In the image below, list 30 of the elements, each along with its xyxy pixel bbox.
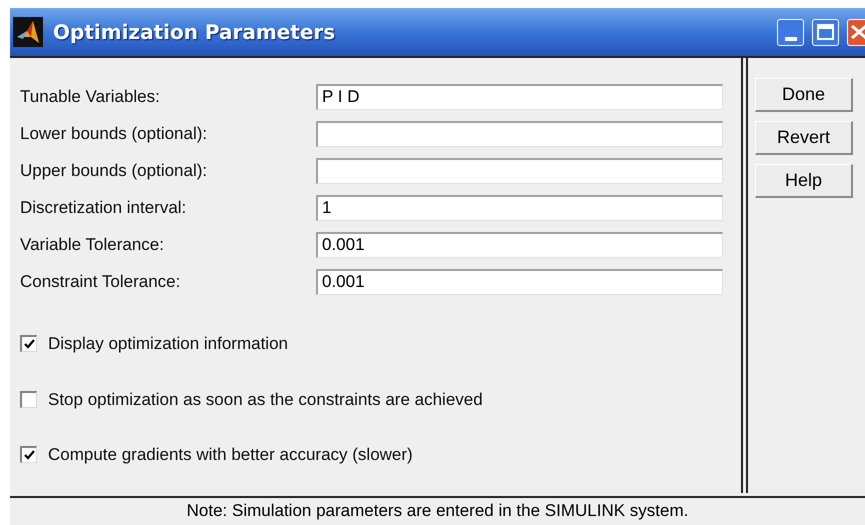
field-label: Variable Tolerance: xyxy=(20,234,165,256)
input-field[interactable]: 0.001 xyxy=(316,268,723,294)
note-text: Note: Simulation parameters are entered in the SIMULINK system. xyxy=(186,501,688,521)
field-label: Tunable Variables: xyxy=(20,86,161,108)
field-label: Lower bounds (optional): xyxy=(20,122,208,145)
input-field[interactable]: 1 xyxy=(316,194,723,220)
close-icon xyxy=(850,24,865,40)
app-logo-icon xyxy=(13,17,43,47)
minimize-icon xyxy=(784,36,796,40)
checkbox[interactable] xyxy=(20,390,37,408)
checkbox-label: Display optimization information xyxy=(48,333,288,355)
close-button[interactable] xyxy=(847,18,865,46)
checkbox-label: Stop optimization as soon as the constraints are achieved xyxy=(48,388,483,410)
input-field[interactable] xyxy=(316,158,723,184)
maximize-button[interactable] xyxy=(812,18,839,46)
minimize-button[interactable] xyxy=(777,18,804,46)
input-field[interactable]: 0.001 xyxy=(316,232,723,258)
dialog-button[interactable]: Revert xyxy=(755,121,853,155)
checkbox-label: Compute gradients with better accuracy (slower) xyxy=(48,444,413,466)
checkbox[interactable] xyxy=(20,446,37,464)
dialog-button[interactable]: Done xyxy=(755,78,853,112)
input-field[interactable] xyxy=(316,120,723,146)
field-label: Discretization interval: xyxy=(20,196,188,219)
field-label: Constraint Tolerance: xyxy=(20,270,182,293)
window-title: Optimization Parameters xyxy=(53,19,336,46)
maximize-icon xyxy=(817,24,834,40)
input-field[interactable]: P I D xyxy=(316,84,723,110)
field-label: Upper bounds (optional): xyxy=(20,160,208,182)
dialog-button[interactable]: Help xyxy=(755,164,853,198)
checkbox[interactable] xyxy=(20,335,37,352)
